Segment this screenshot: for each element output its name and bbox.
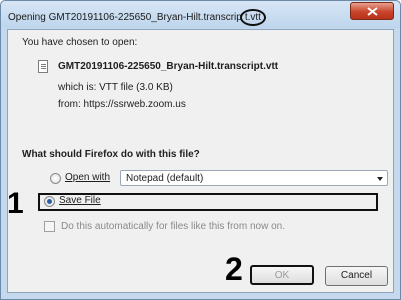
file-icon: [38, 60, 48, 73]
auto-action-label[interactable]: Do this automatically for files like thi…: [61, 221, 285, 232]
close-icon: [367, 7, 378, 16]
download-dialog-window: Opening GMT20191106-225650_Bryan-Hilt.tr…: [0, 0, 401, 300]
application-select[interactable]: Notepad (default): [120, 170, 388, 186]
application-select-value: Notepad (default): [126, 173, 204, 184]
intro-text: You have chosen to open:: [22, 37, 138, 48]
annotation-marker-2: 2: [225, 251, 243, 287]
cancel-button[interactable]: Cancel: [325, 266, 388, 286]
file-source: from: https://ssrweb.zoom.us: [58, 99, 186, 110]
file-type: which is: VTT file (3.0 KB): [58, 82, 173, 93]
ok-button[interactable]: OK: [250, 265, 314, 285]
annotation-marker-1: 1: [7, 187, 24, 220]
question-heading: What should Firefox do with this file?: [22, 149, 200, 160]
dialog-body: You have chosen to open: GMT20191106-225…: [7, 29, 394, 293]
save-file-radio[interactable]: [44, 196, 55, 207]
circled-extension: t.vtt: [239, 9, 266, 26]
close-button[interactable]: [350, 2, 394, 20]
title-bar: Opening GMT20191106-225650_Bryan-Hilt.tr…: [1, 1, 400, 28]
open-with-label[interactable]: Open with: [65, 172, 110, 183]
file-name: GMT20191106-225650_Bryan-Hilt.transcript…: [58, 61, 279, 72]
window-title: Opening GMT20191106-225650_Bryan-Hilt.tr…: [8, 9, 266, 26]
open-with-radio[interactable]: [50, 173, 61, 184]
chevron-down-icon: [377, 177, 383, 181]
save-file-label[interactable]: Save File: [59, 195, 101, 206]
window-title-text: Opening GMT20191106-225650_Bryan-Hilt.tr…: [8, 12, 242, 23]
auto-action-checkbox[interactable]: [44, 221, 55, 232]
